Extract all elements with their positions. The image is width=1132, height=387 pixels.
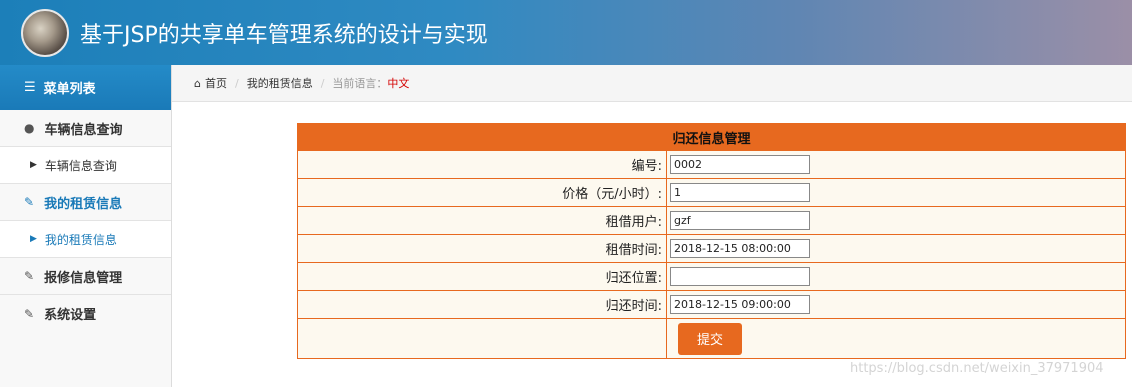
sidebar-group-label: 报修信息管理 <box>44 270 123 286</box>
breadcrumb-home[interactable]: 首页 <box>205 75 227 91</box>
form-row-price: 价格（元/小时）: <box>298 178 1125 206</box>
sidebar-group-label: 系统设置 <box>44 308 97 323</box>
watermark: https://blog.csdn.net/weixin_37971904 <box>850 361 1104 376</box>
rent-user-field[interactable] <box>670 211 810 230</box>
form-title: 归还信息管理 <box>298 124 1125 150</box>
form-row-return-location: 归还位置: <box>298 262 1125 290</box>
submit-button[interactable]: 提交 <box>678 322 742 355</box>
sidebar-group-vehicle-query[interactable]: ● 车辆信息查询 <box>0 110 171 147</box>
sidebar: ☰ 菜单列表 ● 车辆信息查询 ▶ 车辆信息查询 ✎ 我的租赁信息 ▶ 我的租赁… <box>0 65 172 387</box>
submit-row-spacer <box>298 319 667 358</box>
sidebar-group-my-rentals[interactable]: ✎ 我的租赁信息 <box>0 184 171 221</box>
breadcrumb-current[interactable]: 我的租赁信息 <box>247 75 313 91</box>
menu-header: ☰ 菜单列表 <box>0 65 171 110</box>
sidebar-item-label: 车辆信息查询 <box>44 158 117 173</box>
caret-right-icon: ▶ <box>30 160 37 170</box>
user-icon: ● <box>24 121 35 135</box>
field-label-price: 价格（元/小时）: <box>298 179 667 206</box>
breadcrumb-separator: / <box>320 76 325 90</box>
form-row-rent-time: 租借时间: <box>298 234 1125 262</box>
form-row-user: 租借用户: <box>298 206 1125 234</box>
field-label-return-location: 归还位置: <box>298 263 667 290</box>
field-label-user: 租借用户: <box>298 207 667 234</box>
caret-right-icon: ▶ <box>30 234 37 244</box>
language-label: 当前语言： <box>332 77 388 90</box>
edit-icon: ✎ <box>24 269 35 283</box>
return-location-field[interactable] <box>670 267 810 286</box>
home-icon: ⌂ <box>194 76 201 90</box>
sidebar-group-repair[interactable]: ✎ 报修信息管理 <box>0 258 171 295</box>
sidebar-group-settings[interactable]: ✎ 系统设置 <box>0 295 171 332</box>
form-row-id: 编号: <box>298 150 1125 178</box>
sidebar-item-vehicle-query[interactable]: ▶ 车辆信息查询 <box>0 147 171 184</box>
price-field[interactable] <box>670 183 810 202</box>
return-time-field[interactable] <box>670 295 810 314</box>
field-label-rent-time: 租借时间: <box>298 235 667 262</box>
list-icon: ☰ <box>24 80 36 95</box>
id-field[interactable] <box>670 155 810 174</box>
field-label-id: 编号: <box>298 151 667 178</box>
rent-time-field[interactable] <box>670 239 810 258</box>
edit-icon: ✎ <box>24 306 35 321</box>
app-title: 基于JSP的共享单车管理系统的设计与实现 <box>80 23 488 48</box>
form-row-submit: 提交 <box>298 318 1125 358</box>
form-row-return-time: 归还时间: <box>298 290 1125 318</box>
app-header: 基于JSP的共享单车管理系统的设计与实现 <box>0 0 1132 65</box>
app-logo <box>21 9 69 57</box>
breadcrumb-separator: / <box>234 76 239 90</box>
sidebar-item-my-rentals[interactable]: ▶ 我的租赁信息 <box>0 221 171 258</box>
sidebar-group-label: 车辆信息查询 <box>44 122 123 138</box>
return-form-panel: 归还信息管理 编号: 价格（元/小时）: 租借用户: 租借时间: 归还位置: 归… <box>297 123 1126 359</box>
field-label-return-time: 归还时间: <box>298 291 667 318</box>
breadcrumb: ⌂ 首页 / 我的租赁信息 / 当前语言： 中文 <box>172 65 1132 102</box>
edit-icon: ✎ <box>24 195 35 209</box>
menu-heading: 菜单列表 <box>43 82 96 97</box>
sidebar-item-label: 我的租赁信息 <box>44 232 117 247</box>
sidebar-group-label: 我的租赁信息 <box>44 196 123 212</box>
language-value: 中文 <box>387 77 410 90</box>
